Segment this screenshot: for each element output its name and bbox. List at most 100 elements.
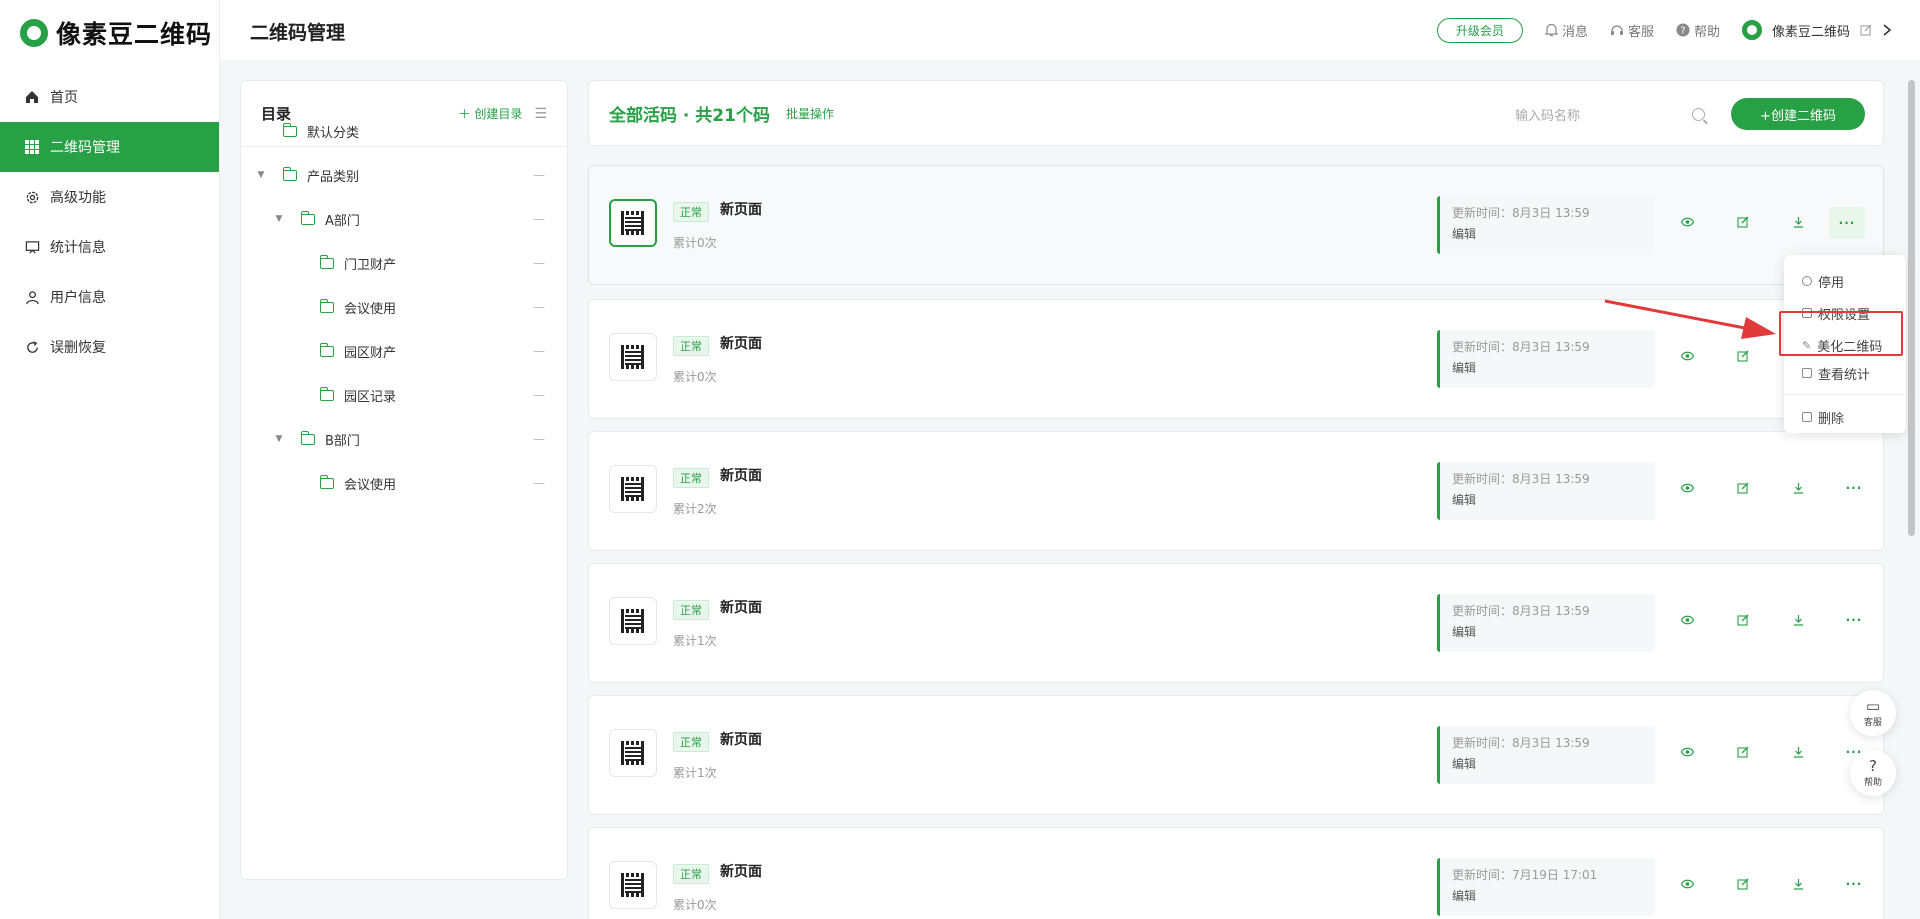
folder-icon [301, 210, 315, 225]
sidebar-item-restore[interactable]: 误删恢复 [0, 322, 219, 372]
qr-thumbnail[interactable] [609, 333, 657, 381]
chevron-right-icon[interactable] [1882, 23, 1892, 37]
tree-item[interactable]: ▼ 产品类别 — [241, 153, 567, 197]
edit-icon[interactable] [1733, 478, 1753, 498]
preview-icon[interactable] [1677, 212, 1697, 232]
floating-help-button[interactable]: ? 帮助 [1850, 750, 1896, 796]
edit-label: 编辑 [1452, 227, 1477, 241]
qr-card[interactable]: 正常 新页面 累计1次 更新时间：8月3日 13:59 编辑 ··· [588, 695, 1884, 815]
status-badge: 正常 [673, 202, 709, 222]
sidebar-item-qr-management[interactable]: 二维码管理 [0, 122, 219, 172]
status-badge: 正常 [673, 336, 709, 356]
tree-item[interactable]: 门卫财产 — [241, 241, 567, 285]
tree-item[interactable]: 园区财产 — [241, 329, 567, 373]
edit-icon[interactable] [1733, 212, 1753, 232]
menu-item-stats[interactable]: 查看统计 [1784, 359, 1906, 387]
qr-card[interactable]: 正常 新页面 累计1次 更新时间：8月3日 13:59 编辑 ··· [588, 563, 1884, 683]
caret-down-icon[interactable]: ▼ [274, 214, 284, 224]
qr-name[interactable]: 新页面 [720, 465, 762, 485]
tree-item[interactable]: 会议使用 — [241, 285, 567, 329]
tree-item-label: 会议使用 [344, 477, 397, 493]
trash-icon [1802, 412, 1812, 422]
batch-operation-button[interactable]: 批量操作 [786, 105, 834, 122]
preview-icon[interactable] [1677, 610, 1697, 630]
user-icon [24, 289, 40, 305]
qr-thumbnail[interactable] [609, 465, 657, 513]
service-label: 客服 [1627, 24, 1654, 40]
folder-icon [283, 122, 297, 137]
caret-down-icon[interactable]: ▼ [274, 434, 284, 444]
edit-icon[interactable] [1733, 610, 1753, 630]
floating-service-button[interactable]: ▭ 客服 [1850, 690, 1896, 736]
help-link[interactable]: ? 帮助 [1676, 21, 1720, 40]
more-icon[interactable]: ··· [1844, 874, 1864, 894]
floating-help-label: 帮助 [1863, 777, 1882, 788]
scrollbar-thumb[interactable] [1908, 80, 1915, 536]
tree-item[interactable]: 园区记录 — [241, 373, 567, 417]
download-icon[interactable] [1788, 874, 1808, 894]
create-qr-button[interactable]: +创建二维码 [1731, 98, 1865, 130]
qr-card[interactable]: 正常 新页面 累计0次 更新时间：8月3日 13:59 编辑 ··· [588, 165, 1884, 285]
qr-thumbnail[interactable] [609, 729, 657, 777]
download-icon[interactable] [1788, 742, 1808, 762]
qr-name[interactable]: 新页面 [720, 729, 762, 749]
list-title: 全部活码 · 共21个码 [609, 105, 770, 126]
update-info: 更新时间：8月3日 13:59 编辑 [1437, 594, 1655, 652]
messages-link[interactable]: 消息 [1544, 21, 1588, 40]
qr-name[interactable]: 新页面 [720, 199, 762, 219]
search-placeholder: 输入码名称 [1515, 108, 1581, 124]
qr-thumbnail[interactable] [609, 597, 657, 645]
qr-thumbnail[interactable] [609, 199, 657, 247]
item-dash: — [533, 212, 545, 226]
more-icon[interactable]: ··· [1829, 207, 1865, 239]
tree-item[interactable]: 默认分类 [241, 109, 567, 153]
edit-profile-icon[interactable] [1860, 24, 1872, 36]
annotation-highlight [1779, 311, 1903, 356]
user-menu[interactable]: 像素豆二维码 [1741, 20, 1892, 40]
sidebar-item-home[interactable]: 首页 [0, 72, 219, 122]
tree-item[interactable]: 会议使用 — [241, 461, 567, 505]
qr-card[interactable]: 正常 新页面 累计0次 更新时间：7月19日 17:01 编辑 ··· [588, 827, 1884, 919]
preview-icon[interactable] [1677, 478, 1697, 498]
tree-item-label: 会议使用 [344, 301, 397, 317]
qr-thumbnail[interactable] [609, 861, 657, 909]
edit-icon[interactable] [1733, 742, 1753, 762]
menu-item-label: 查看统计 [1818, 367, 1871, 383]
qr-code-icon [621, 873, 645, 897]
service-link[interactable]: 客服 [1610, 21, 1654, 40]
sidebar-item-label: 二维码管理 [50, 140, 120, 156]
sidebar-item-stats[interactable]: 统计信息 [0, 222, 219, 272]
preview-icon[interactable] [1677, 742, 1697, 762]
tree-item-label: 园区财产 [344, 345, 397, 361]
search-icon[interactable] [1692, 107, 1705, 121]
more-icon[interactable]: ··· [1844, 478, 1864, 498]
preview-icon[interactable] [1677, 874, 1697, 894]
update-info: 更新时间：8月3日 13:59 编辑 [1437, 462, 1655, 520]
sidebar-item-advanced[interactable]: 高级功能 [0, 172, 219, 222]
qr-card[interactable]: 正常 新页面 累计2次 更新时间：8月3日 13:59 编辑 ··· [588, 431, 1884, 551]
scan-count: 累计0次 [673, 236, 717, 250]
qr-name[interactable]: 新页面 [720, 597, 762, 617]
tree-item[interactable]: ▼ B部门 — [241, 417, 567, 461]
download-icon[interactable] [1788, 212, 1808, 232]
menu-item-disable[interactable]: 停用 [1784, 267, 1906, 295]
upgrade-button[interactable]: 升级会员 [1436, 17, 1523, 43]
menu-item-delete[interactable]: 删除 [1784, 403, 1906, 431]
qr-name[interactable]: 新页面 [720, 861, 762, 881]
menu-item-label: 停用 [1818, 275, 1845, 291]
tree-item[interactable]: ▼ A部门 — [241, 197, 567, 241]
sidebar-item-label: 统计信息 [50, 240, 106, 256]
edit-label: 编辑 [1452, 361, 1477, 375]
edit-icon[interactable] [1733, 346, 1753, 366]
sidebar-item-user[interactable]: 用户信息 [0, 272, 219, 322]
caret-down-icon[interactable]: ▼ [256, 170, 266, 180]
search-input[interactable]: 输入码名称 [1505, 99, 1705, 129]
download-icon[interactable] [1788, 610, 1808, 630]
status-badge: 正常 [673, 864, 709, 884]
qr-name[interactable]: 新页面 [720, 333, 762, 353]
more-icon[interactable]: ··· [1844, 610, 1864, 630]
logo[interactable]: 像素豆二维码 [0, 0, 219, 66]
download-icon[interactable] [1788, 478, 1808, 498]
edit-icon[interactable] [1733, 874, 1753, 894]
preview-icon[interactable] [1677, 346, 1697, 366]
